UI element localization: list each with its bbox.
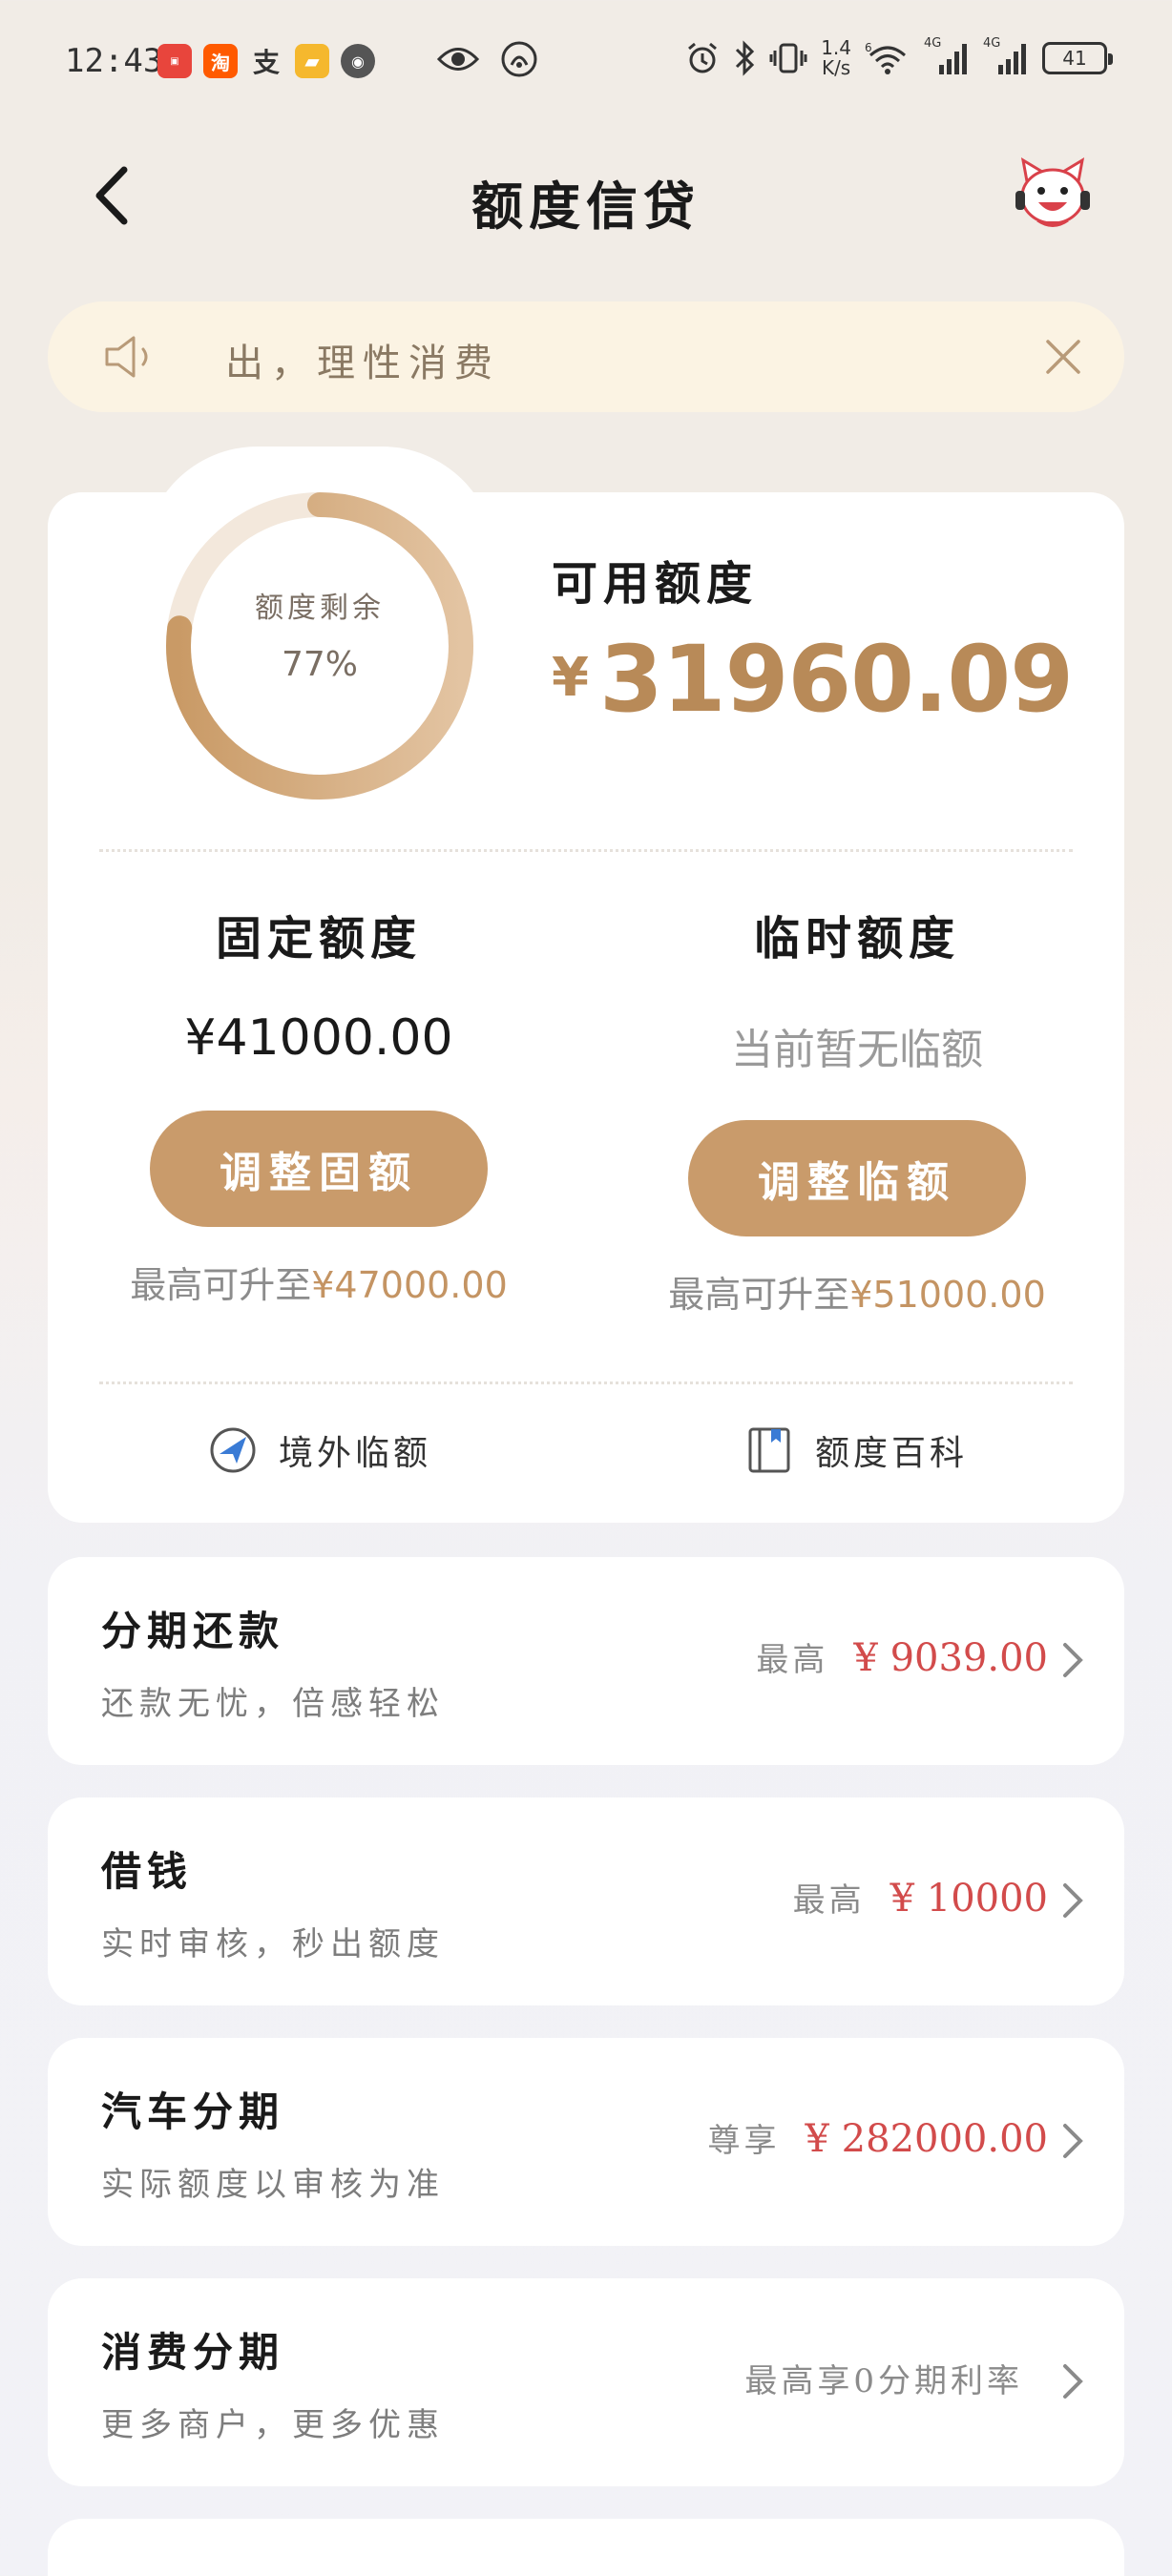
temporary-max-prefix: 最高可升至 — [668, 1274, 850, 1316]
available-credit-label: 可用额度 — [552, 557, 759, 611]
product-row-borrow[interactable]: 借钱 实时审核，秒出额度 最高 ¥ 10000 — [48, 1797, 1124, 2005]
product-limit-amount: ¥ 9039.00 — [853, 1636, 1048, 1680]
battery-level: 41 — [1062, 47, 1087, 70]
status-time: 12:43 — [65, 42, 163, 80]
overseas-temp-credit-link[interactable]: 境外临额 — [208, 1425, 431, 1475]
close-icon[interactable] — [1042, 336, 1084, 378]
network-speed-value: 1.4 — [821, 36, 851, 59]
adjust-fixed-credit-button[interactable]: 调整固额 — [150, 1111, 488, 1227]
audio-app-icon: ◉ — [341, 44, 375, 78]
signal-2-icon: 4G — [983, 36, 1029, 76]
product-limit: 最高享0分期利率 — [744, 2355, 1048, 2401]
product-subtitle: 实时审核，秒出额度 — [101, 1925, 445, 1963]
taobao-app-icon: 淘 — [203, 44, 238, 78]
product-row-partial[interactable] — [48, 2519, 1124, 2576]
huawei-app-icon: ▣ — [157, 44, 192, 78]
divider — [99, 1381, 1073, 1384]
bluetooth-icon — [736, 40, 755, 76]
nfc-icon — [501, 41, 537, 77]
available-credit-value: 31960.09 — [598, 626, 1074, 733]
fixed-credit-max: 最高可升至¥47000.00 — [90, 1256, 548, 1308]
product-limit-amount: ¥ 10000 — [889, 1877, 1048, 1921]
vibrate-icon — [769, 43, 807, 73]
fixed-credit-section: 固定额度 ¥41000.00 调整固额 最高可升至¥47000.00 — [90, 901, 548, 1308]
temporary-max-value: ¥51000.00 — [849, 1274, 1046, 1316]
chevron-right-icon — [1063, 2124, 1083, 2158]
notes-app-icon: ▰ — [295, 44, 329, 78]
product-limit: 最高 ¥ 10000 — [793, 1874, 1048, 1921]
product-row-installment-repay[interactable]: 分期还款 还款无忧，倍感轻松 最高 ¥ 9039.00 — [48, 1557, 1124, 1765]
eye-icon — [437, 48, 479, 71]
plane-icon — [210, 1427, 256, 1473]
temporary-credit-title: 临时额度 — [753, 912, 960, 966]
temporary-credit-section: 临时额度 当前暂无临额 调整临额 最高可升至¥51000.00 — [628, 901, 1086, 1318]
product-subtitle: 更多商户，更多优惠 — [101, 2406, 445, 2444]
fixed-max-value: ¥47000.00 — [311, 1264, 508, 1306]
speaker-icon — [105, 336, 148, 378]
currency-symbol: ¥ — [552, 647, 589, 709]
signal-1-icon: 4G — [924, 36, 970, 76]
ring-percent: 77% — [281, 645, 358, 684]
fixed-max-prefix: 最高可升至 — [130, 1264, 312, 1306]
status-bar: 12:43 ▣ 淘 支 ▰ ◉ 1.4 K/s 6 4G 4G 41 — [0, 0, 1172, 124]
notice-banner[interactable]: 出，理性消费 — [48, 301, 1124, 412]
product-limit-prefix: 最高 — [756, 1641, 829, 1679]
adjust-temporary-credit-button[interactable]: 调整临额 — [688, 1120, 1026, 1236]
available-credit-amount: ¥31960.09 — [552, 626, 1074, 733]
product-limit-prefix: 最高享0分期利率 — [744, 2362, 1023, 2400]
status-right-icons: 1.4 K/s 6 4G 4G 41 — [685, 36, 1113, 78]
chevron-right-icon — [1063, 2364, 1083, 2399]
product-row-consumer-installment[interactable]: 消费分期 更多商户，更多优惠 最高享0分期利率 — [48, 2278, 1124, 2486]
overseas-temp-credit-label: 境外临额 — [279, 1434, 432, 1473]
product-limit: 尊享 ¥ 282000.00 — [708, 2114, 1048, 2161]
credit-wiki-link[interactable]: 额度百科 — [744, 1425, 968, 1475]
product-title: 消费分期 — [101, 2329, 285, 2376]
product-subtitle: 还款无忧，倍感轻松 — [101, 1685, 445, 1723]
credit-wiki-label: 额度百科 — [815, 1434, 969, 1473]
fixed-credit-title: 固定额度 — [215, 912, 422, 966]
product-limit-amount: ¥ 282000.00 — [805, 2117, 1048, 2161]
page-title: 额度信贷 — [471, 176, 701, 237]
product-limit-prefix: 尊享 — [707, 2122, 781, 2160]
network-speed-unit: K/s — [821, 56, 851, 79]
product-limit: 最高 ¥ 9039.00 — [756, 1633, 1048, 1680]
status-app-icons: ▣ 淘 支 ▰ ◉ — [157, 44, 375, 78]
product-limit-prefix: 最高 — [792, 1881, 866, 1920]
mascot-service-icon[interactable] — [1010, 153, 1096, 239]
alipay-app-icon: 支 — [252, 47, 280, 78]
network-speed: 1.4 K/s — [821, 38, 851, 78]
battery-icon: 41 — [1042, 42, 1113, 74]
wifi-badge: 6 — [865, 41, 872, 54]
product-subtitle: 实际额度以审核为准 — [101, 2166, 445, 2204]
chevron-right-icon — [1063, 1883, 1083, 1918]
status-mid-icons — [437, 40, 538, 78]
temporary-credit-max: 最高可升至¥51000.00 — [628, 1265, 1086, 1318]
ring-label: 额度剩余 — [255, 592, 385, 625]
product-row-car-installment[interactable]: 汽车分期 实际额度以审核为准 尊享 ¥ 282000.00 — [48, 2038, 1124, 2246]
alarm-icon — [688, 42, 718, 73]
product-title: 借钱 — [101, 1848, 194, 1895]
wifi-icon: 6 — [865, 41, 906, 74]
fixed-credit-amount: ¥41000.00 — [184, 1009, 453, 1067]
temporary-credit-status: 当前暂无临额 — [731, 1026, 983, 1074]
chevron-right-icon — [1063, 1643, 1083, 1677]
book-icon — [748, 1427, 790, 1473]
divider — [99, 849, 1073, 852]
notice-text: 出，理性消费 — [225, 342, 500, 385]
page-header: 额度信贷 — [0, 143, 1172, 248]
product-title: 分期还款 — [101, 1608, 285, 1654]
product-title: 汽车分期 — [101, 2088, 285, 2135]
